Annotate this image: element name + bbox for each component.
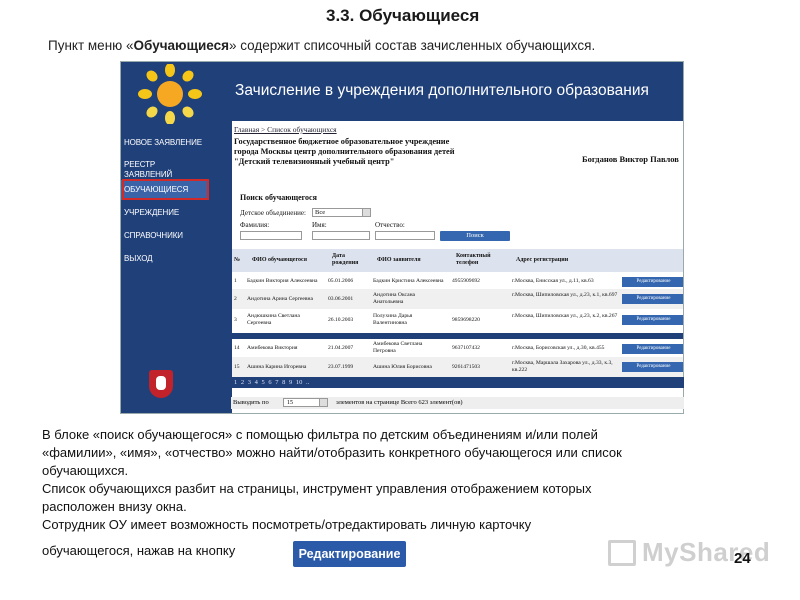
patronymic-label: Отчество:	[375, 221, 405, 229]
menu-item-exit[interactable]: Выход	[124, 254, 153, 264]
edit-button-example: Редактирование	[293, 541, 406, 567]
menu-item-new-application[interactable]: Новое заявление	[124, 138, 202, 148]
chevron-down-icon	[319, 399, 327, 406]
table-row: 3 Андюшкина Светлана Сергеевна 26.10.200…	[232, 309, 683, 331]
app-banner-title: Зачисление в учреждения дополнительного …	[232, 62, 683, 121]
patronymic-input[interactable]	[375, 231, 435, 240]
table-row: 14 Амибекова Виктория 21.04.2007 Амибеко…	[232, 339, 683, 357]
description-text: В блоке «поиск обучающегося» с помощью ф…	[42, 427, 622, 532]
search-button[interactable]: Поиск	[440, 231, 510, 241]
firstname-input[interactable]	[312, 231, 370, 240]
firstname-label: Имя:	[312, 221, 327, 229]
per-page-select[interactable]: 15	[283, 398, 328, 407]
col-student: ФИО обучающегося	[252, 257, 307, 263]
col-address: Адрес регистрации	[516, 257, 569, 263]
menu-item-institution[interactable]: Учреждение	[124, 208, 179, 218]
edit-button[interactable]: Редактирование	[622, 277, 683, 287]
per-page-label: Выводить по	[233, 399, 269, 406]
edit-button[interactable]: Редактирование	[622, 315, 683, 325]
intro-bold-menu-name: Обучающиеся	[133, 38, 229, 53]
per-page-bar: Выводить по 15 элементов на странице Все…	[231, 397, 684, 409]
group-filter-select[interactable]: Все	[312, 208, 371, 217]
breadcrumb[interactable]: Главная > Список обучающихся	[234, 125, 337, 134]
pager[interactable]: 1 2 3 4 5 6 7 8 9 10 ..	[231, 377, 684, 388]
menu-item-registry[interactable]: Реестр заявлений	[124, 160, 204, 180]
organization-name: Государственное бюджетное образовательно…	[234, 137, 455, 166]
app-screenshot: Новое заявление Реестр заявлений Обучающ…	[120, 61, 684, 414]
main-content: Главная > Список обучающихся Государстве…	[232, 121, 683, 413]
table-header: № ФИО обучающегося Дата рождения ФИО зая…	[232, 249, 683, 272]
slide-title: 3.3. Обучающиеся	[326, 6, 480, 25]
current-user-name: Богданов Виктор Павлов	[582, 154, 679, 164]
lastname-label: Фамилия:	[240, 221, 270, 229]
myshared-logo-icon	[608, 540, 636, 566]
lastname-input[interactable]	[240, 231, 302, 240]
moscow-crest-icon	[149, 370, 173, 398]
col-dob: Дата рождения	[332, 253, 359, 266]
per-page-summary: элементов на странице Всего 623 элемент(…	[336, 399, 463, 406]
chevron-down-icon	[362, 209, 370, 216]
group-filter-label: Детское объединение:	[240, 209, 306, 217]
col-number: №	[234, 257, 241, 263]
sidebar: Новое заявление Реестр заявлений Обучающ…	[121, 62, 232, 413]
page-number: 24	[734, 550, 751, 567]
table-row: 15 Ашина Карина Игоревна 23.07.1999 Ашин…	[232, 357, 683, 377]
col-phone: Контактный телефон	[456, 253, 491, 266]
watermark: MyShared	[642, 537, 771, 567]
highlight-frame	[122, 179, 209, 200]
search-block-title: Поиск обучающегося	[240, 193, 317, 202]
edit-button[interactable]: Редактирование	[622, 294, 683, 304]
sun-logo-icon	[138, 64, 202, 124]
col-applicant: ФИО заявителя	[377, 257, 421, 263]
edit-button[interactable]: Редактирование	[622, 344, 683, 354]
menu-item-references[interactable]: Справочники	[124, 231, 183, 241]
table-row: 2 Андотина Арина Сергеевна 03.06.2001 Ан…	[232, 289, 683, 309]
intro-text: Пункт меню «Обучающиеся» содержит списоч…	[48, 38, 596, 53]
description-last-line: обучающегося, нажав на кнопку	[42, 543, 236, 558]
edit-button[interactable]: Редактирование	[622, 362, 683, 372]
table-row: 1 Бадкин Виктория Алексеевна 05.01.2006 …	[232, 273, 683, 289]
